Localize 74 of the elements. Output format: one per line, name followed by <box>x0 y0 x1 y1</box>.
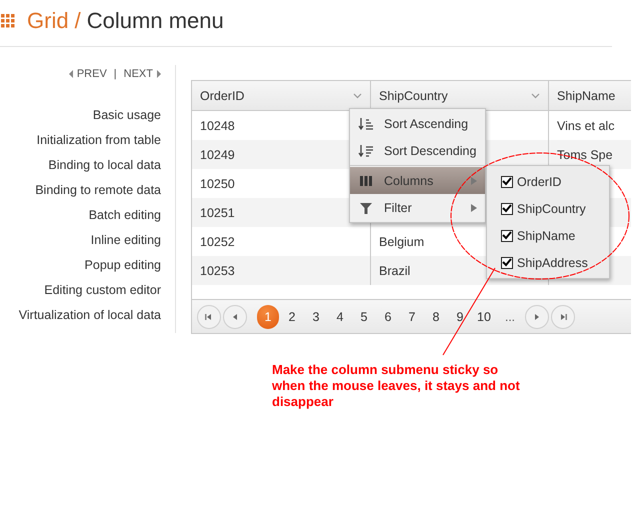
page-title: Column menu <box>86 8 224 34</box>
columns-icon <box>358 174 374 188</box>
sidebar-link[interactable]: Inline editing <box>90 228 161 253</box>
table-cell: Brazil <box>379 264 410 278</box>
column-header-label: ShipName <box>557 88 616 102</box>
next-link[interactable]: NEXT <box>124 68 161 80</box>
caret-left-icon <box>68 70 74 78</box>
menu-item[interactable]: Sort Ascending <box>350 110 485 137</box>
filter-icon <box>358 200 374 214</box>
table-cell: 10248 <box>200 118 235 132</box>
checkbox[interactable] <box>501 202 513 214</box>
skip-forward-icon <box>558 312 568 322</box>
previous-page-button[interactable] <box>223 304 247 328</box>
menu-item[interactable]: Columns <box>350 167 485 194</box>
page-button[interactable]: 9 <box>449 304 471 328</box>
annotation-note: Make the column submenu sticky so when the mouse leaves, it stays and not disappear <box>272 362 521 410</box>
column-toggle[interactable]: ShipCountry <box>487 195 609 222</box>
sidebar-link[interactable]: Initialization from table <box>36 128 161 153</box>
sidebar-link[interactable]: Editing custom editor <box>44 278 161 303</box>
page-button[interactable]: 2 <box>281 304 303 328</box>
sidebar-link[interactable]: Binding to local data <box>48 153 161 178</box>
sidebar-link[interactable]: Virtualization of local data <box>18 303 161 328</box>
sort-descending-icon <box>358 144 374 158</box>
section-title: Grid / <box>27 8 81 34</box>
table-cell: Toms Spe <box>557 148 613 162</box>
menu-item-label: Columns <box>384 174 434 188</box>
nav-separator: | <box>114 68 117 80</box>
chevron-down-icon[interactable] <box>531 92 540 98</box>
caret-right-icon <box>156 70 161 78</box>
next-page-button[interactable] <box>525 304 550 328</box>
sort-ascending-icon <box>358 116 374 130</box>
menu-item-label: Sort Ascending <box>384 116 470 130</box>
sidebar-link[interactable]: Basic usage <box>92 103 161 128</box>
table-cell: Belgium <box>379 234 424 248</box>
sidebar-link[interactable]: Batch editing <box>88 203 161 228</box>
chevron-down-icon[interactable] <box>353 92 362 98</box>
column-toggle[interactable]: ShipName <box>487 222 609 249</box>
last-page-button[interactable] <box>551 304 576 328</box>
table-cell: Vins et alc <box>557 118 614 132</box>
column-toggle-label: OrderID <box>517 174 562 188</box>
checkbox[interactable] <box>501 176 513 188</box>
page-button[interactable]: 5 <box>353 304 375 328</box>
first-page-button[interactable] <box>197 304 221 328</box>
menu-item[interactable]: Filter <box>350 194 485 221</box>
table-cell: 10253 <box>200 264 235 278</box>
page-button[interactable]: 8 <box>425 304 447 328</box>
column-header[interactable]: ShipName <box>549 81 631 110</box>
column-header-label: ShipCountry <box>379 88 448 102</box>
page-button[interactable]: 4 <box>329 304 351 328</box>
page-button[interactable]: 6 <box>377 304 399 328</box>
table-cell: 10251 <box>200 206 235 220</box>
skip-back-icon <box>204 312 214 322</box>
menu-item-label: Filter <box>384 200 413 214</box>
table-cell: 10249 <box>200 148 235 162</box>
table-cell: 10252 <box>200 234 235 248</box>
column-toggle[interactable]: ShipAddress <box>487 249 609 276</box>
column-toggle-label: ShipCountry <box>517 202 587 216</box>
menu-item[interactable]: Sort Descending <box>350 137 485 164</box>
column-toggle-label: ShipAddress <box>517 256 589 270</box>
page-button[interactable]: 3 <box>305 304 327 328</box>
column-header-label: OrderID <box>200 88 244 102</box>
sidebar-link[interactable]: Popup editing <box>84 253 161 278</box>
page-button[interactable]: 7 <box>401 304 423 328</box>
grid-dots-icon <box>1 14 15 28</box>
checkbox[interactable] <box>501 256 513 268</box>
checkbox[interactable] <box>501 230 513 242</box>
column-toggle[interactable]: OrderID <box>487 168 609 195</box>
column-toggle-label: ShipName <box>517 228 576 242</box>
table-cell: 10250 <box>200 176 235 190</box>
page-button[interactable]: 10 <box>473 304 495 328</box>
menu-item-label: Sort Descending <box>384 144 477 158</box>
sidebar-link[interactable]: Binding to remote data <box>35 178 161 203</box>
prev-link[interactable]: PREV <box>68 68 107 80</box>
more-pages[interactable]: ... <box>505 310 516 324</box>
